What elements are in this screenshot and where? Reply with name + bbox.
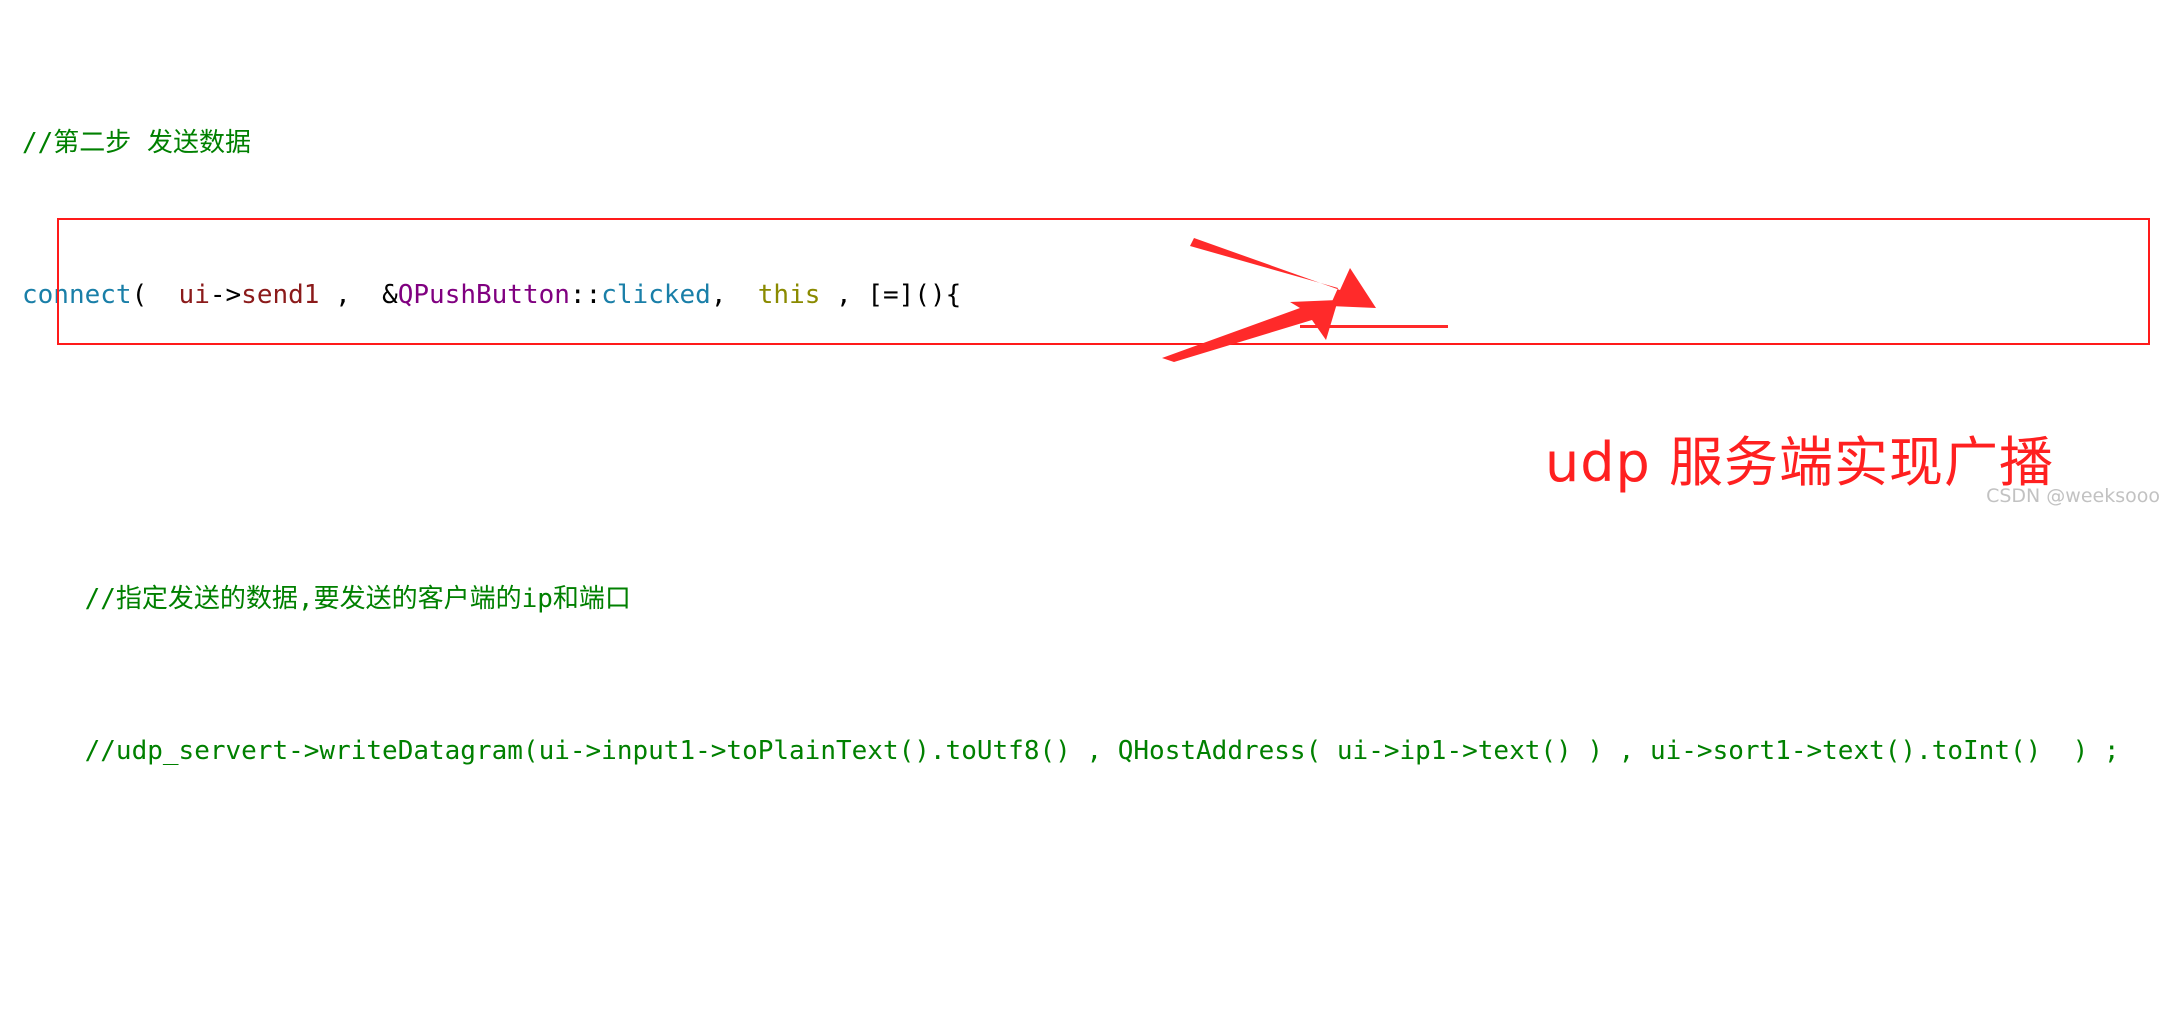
screenshot-root: //第二步 发送数据 connect( ui->send1 , &QPushBu… (0, 0, 2180, 766)
broadcast-underline (1300, 325, 1448, 328)
code-line-5: //udp_servert->writeDatagram(ui->input1-… (22, 732, 2180, 770)
code-line-2: connect( ui->send1 , &QPushButton::click… (22, 276, 2180, 314)
token-clicked: clicked (601, 280, 711, 310)
watermark-csdn: CSDN @weeksooo (1986, 485, 2160, 507)
code-line-1: //第二步 发送数据 (22, 124, 2180, 162)
token-send1: send1 (241, 280, 320, 310)
token-qpushbutton: QPushButton (397, 280, 570, 310)
token-ampersand: & (382, 280, 398, 310)
token-this: this (757, 280, 821, 310)
code-line-6-blank (22, 884, 2180, 922)
comment-specify-data: //指定发送的数据,要发送的客户端的ip和端口 (84, 584, 631, 614)
comment-step-two: //第二步 发送数据 (22, 128, 251, 158)
token-arrow: -> (209, 280, 242, 310)
token-sep-1: , (319, 280, 383, 310)
token-paren-open: ( (131, 280, 179, 310)
token-sep-3: , (820, 280, 868, 310)
token-connect: connect (22, 280, 132, 310)
token-ui: ui (178, 280, 210, 310)
token-lambda-head: [=](){ (867, 280, 962, 310)
caption-udp-broadcast: udp 服务端实现广播 (1545, 431, 2054, 494)
token-scope-1: :: (569, 280, 602, 310)
comment-writedatagram-ip: //udp_servert->writeDatagram(ui->input1-… (84, 736, 2120, 766)
code-block: //第二步 发送数据 connect( ui->send1 , &QPushBu… (0, 0, 2180, 1030)
token-sep-2: , (710, 280, 758, 310)
code-line-4: //指定发送的数据,要发送的客户端的ip和端口 (22, 580, 2180, 618)
